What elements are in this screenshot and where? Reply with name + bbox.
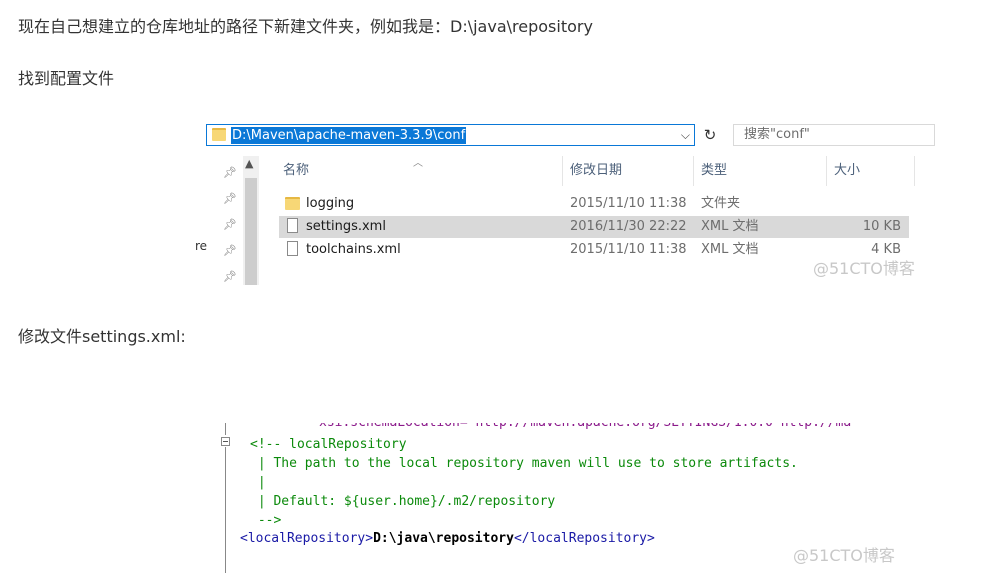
xml-close-tag: </localRepository> (513, 531, 655, 546)
sort-ascending-icon: ︿ (413, 158, 423, 169)
xml-open-tag: <localRepository> (240, 531, 374, 546)
code-local-repository-line: <localRepository>D:\java\repository</loc… (240, 530, 655, 548)
pin-icon[interactable]: 📌︎ (223, 218, 237, 231)
instruction-create-folder: 现在自己想建立的仓库地址的路径下新建文件夹，例如我是：D:\java\repos… (18, 17, 593, 36)
fold-guide (225, 447, 226, 573)
file-date: 2015/11/10 11:38 (570, 242, 687, 257)
file-row-logging[interactable]: logging 2015/11/10 11:38 文件夹 (279, 193, 909, 215)
code-line-truncated: xsi:schemaLocation="http://maven.apache.… (319, 423, 851, 432)
file-type: XML 文档 (701, 242, 759, 257)
column-divider[interactable] (914, 156, 915, 186)
column-header-date[interactable]: 修改日期 (570, 162, 622, 180)
file-name: logging (306, 196, 355, 211)
file-date: 2016/11/30 22:22 (570, 219, 687, 234)
file-size: 10 KB (862, 219, 901, 234)
fold-collapse-icon[interactable] (221, 437, 230, 446)
xml-code-screenshot: xsi:schemaLocation="http://maven.apache.… (214, 423, 916, 573)
code-comment-line: --> (250, 513, 282, 528)
file-icon (287, 218, 298, 233)
code-comment-line: | Default: ${user.home}/.m2/repository (250, 494, 556, 509)
fold-guide (225, 423, 226, 435)
nav-item-fragment[interactable]: re (195, 239, 207, 253)
column-header-size[interactable]: 大小 (834, 162, 860, 180)
instruction-edit-settings: 修改文件settings.xml: (18, 327, 186, 346)
code-comment-line: <!-- localRepository (250, 437, 407, 452)
pin-icon[interactable]: 📌︎ (223, 192, 237, 205)
watermark: @51CTO博客 (813, 259, 915, 278)
column-header-name[interactable]: 名称 (283, 162, 309, 180)
pin-icon[interactable]: 📌︎ (223, 166, 237, 179)
search-input[interactable]: 搜索"conf" (733, 124, 935, 146)
pin-icon[interactable]: 📌︎ (223, 270, 237, 283)
column-divider[interactable] (693, 156, 694, 186)
scroll-up-icon[interactable]: ▲ (245, 157, 253, 170)
file-name: settings.xml (306, 219, 386, 234)
column-divider[interactable] (826, 156, 827, 186)
column-divider[interactable] (562, 156, 563, 186)
file-type: 文件夹 (701, 196, 741, 211)
code-comment-line: | (250, 475, 266, 490)
folder-icon (285, 197, 300, 210)
file-name: toolchains.xml (306, 242, 401, 257)
file-date: 2015/11/10 11:38 (570, 196, 687, 211)
column-header-type[interactable]: 类型 (701, 162, 727, 180)
explorer-screenshot: D:\Maven\apache-maven-3.3.9\conf ⌵ ↻ 搜索"… (195, 120, 935, 285)
pin-icon[interactable]: 📌︎ (223, 244, 237, 257)
refresh-icon[interactable]: ↻ (699, 124, 721, 146)
instruction-find-config: 找到配置文件 (18, 69, 115, 88)
nav-scrollbar[interactable]: ▲ (243, 156, 259, 285)
file-icon (287, 241, 298, 256)
file-row-settings[interactable]: settings.xml 2016/11/30 22:22 XML 文档 10 … (279, 216, 909, 238)
watermark: @51CTO博客 (793, 546, 895, 565)
code-comment-line: | The path to the local repository maven… (250, 456, 798, 471)
xml-tag-value: D:\java\repository (373, 531, 514, 546)
chevron-down-icon[interactable]: ⌵ (681, 127, 690, 144)
address-bar[interactable]: D:\Maven\apache-maven-3.3.9\conf ⌵ (206, 124, 695, 146)
file-type: XML 文档 (701, 219, 759, 234)
folder-icon (212, 128, 226, 141)
scrollbar-thumb[interactable] (245, 178, 257, 285)
address-path[interactable]: D:\Maven\apache-maven-3.3.9\conf (231, 127, 467, 144)
